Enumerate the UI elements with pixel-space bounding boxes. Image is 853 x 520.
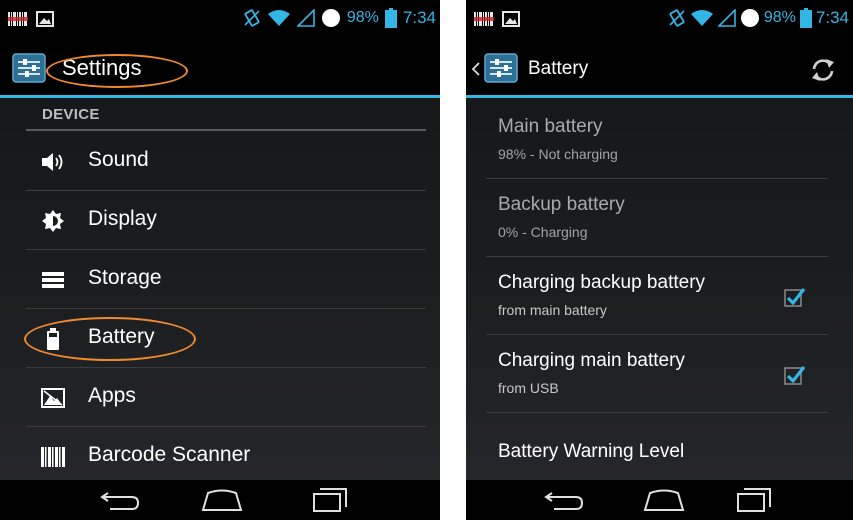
- settings-screen: 98% 7:34 Settings DEVICE Sound Display S…: [0, 0, 440, 520]
- clock: 7:34: [815, 8, 849, 27]
- image-notification-icon: [502, 11, 520, 27]
- pref-title: Battery Warning Level: [498, 441, 685, 462]
- pref-summary: from USB: [498, 380, 559, 396]
- clock: 7:34: [402, 8, 436, 27]
- battery-percent: 98%: [346, 9, 379, 26]
- image-notification-icon: [36, 11, 54, 27]
- pref-summary: 0% - Charging: [498, 224, 588, 240]
- brightness-icon: [42, 210, 64, 232]
- battery-screen: 98% 7:34 Battery Main battery 98% - Not …: [466, 0, 853, 520]
- status-circle-icon: [321, 9, 340, 27]
- pref-title: Charging backup battery: [498, 272, 706, 293]
- recent-apps-icon[interactable]: [736, 487, 772, 513]
- settings-app-icon[interactable]: [484, 53, 518, 83]
- section-header-device: DEVICE: [26, 103, 426, 131]
- rotation-lock-icon: [244, 9, 260, 27]
- section-header-label: DEVICE: [42, 106, 100, 123]
- pref-summary: 98% - Not charging: [498, 146, 618, 162]
- barcode-notification-icon: [474, 12, 494, 26]
- signal-icon: [717, 9, 736, 27]
- menu-item-apps[interactable]: Apps: [26, 368, 426, 427]
- wifi-icon: [690, 10, 713, 26]
- pref-title: Backup battery: [498, 194, 625, 215]
- battery-percent: 98%: [763, 9, 796, 26]
- apps-icon: [41, 388, 65, 408]
- menu-item-label: Barcode Scanner: [88, 443, 251, 466]
- storage-icon: [42, 272, 64, 288]
- home-icon[interactable]: [200, 487, 244, 513]
- pref-backup-battery[interactable]: Backup battery 0% - Charging: [486, 179, 828, 257]
- menu-item-label: Display: [88, 207, 157, 230]
- pref-summary: from main battery: [498, 302, 607, 318]
- page-title: Settings: [62, 55, 142, 80]
- rotation-lock-icon: [669, 9, 685, 27]
- checkbox-checked-icon[interactable]: [784, 364, 806, 386]
- pref-main-battery[interactable]: Main battery 98% - Not charging: [486, 101, 828, 179]
- menu-item-label: Battery: [88, 325, 155, 348]
- battery-status-icon: [799, 8, 812, 28]
- back-icon[interactable]: [98, 487, 144, 513]
- menu-item-label: Sound: [88, 148, 149, 171]
- battery-preferences-list: Main battery 98% - Not charging Backup b…: [486, 101, 828, 491]
- settings-app-icon[interactable]: [12, 53, 46, 83]
- menu-item-label: Apps: [88, 384, 136, 407]
- status-bar: 98% 7:34: [0, 0, 440, 38]
- pref-charging-main-battery[interactable]: Charging main battery from USB: [486, 335, 828, 413]
- speaker-icon: [42, 153, 63, 171]
- status-bar: 98% 7:34: [466, 0, 853, 38]
- refresh-icon[interactable]: [809, 56, 837, 84]
- home-icon[interactable]: [642, 487, 686, 513]
- barcode-icon: [41, 447, 65, 467]
- status-circle-icon: [740, 9, 759, 27]
- pref-charging-backup-battery[interactable]: Charging backup battery from main batter…: [486, 257, 828, 335]
- pref-title: Main battery: [498, 116, 603, 137]
- navigation-bar: [466, 480, 853, 520]
- menu-item-barcode-scanner[interactable]: Barcode Scanner: [26, 427, 426, 486]
- menu-item-storage[interactable]: Storage: [26, 250, 426, 309]
- navigation-bar: [0, 480, 440, 520]
- battery-status-icon: [384, 8, 397, 28]
- back-icon[interactable]: [542, 487, 588, 513]
- action-bar: Settings: [0, 38, 440, 98]
- up-caret-icon[interactable]: [472, 62, 480, 76]
- menu-item-label: Storage: [88, 266, 162, 289]
- wifi-icon: [267, 10, 290, 26]
- action-bar: Battery: [466, 38, 853, 98]
- pref-title: Charging main battery: [498, 350, 685, 371]
- menu-item-display[interactable]: Display: [26, 191, 426, 250]
- signal-icon: [296, 9, 315, 27]
- recent-apps-icon[interactable]: [312, 487, 348, 513]
- menu-item-battery[interactable]: Battery: [26, 309, 426, 368]
- battery-icon: [47, 328, 59, 350]
- checkbox-checked-icon[interactable]: [784, 286, 806, 308]
- menu-item-sound[interactable]: Sound: [26, 132, 426, 191]
- settings-menu-list: Sound Display Storage Battery Apps Barco…: [26, 132, 426, 486]
- page-title: Battery: [528, 58, 589, 79]
- barcode-notification-icon: [8, 12, 28, 26]
